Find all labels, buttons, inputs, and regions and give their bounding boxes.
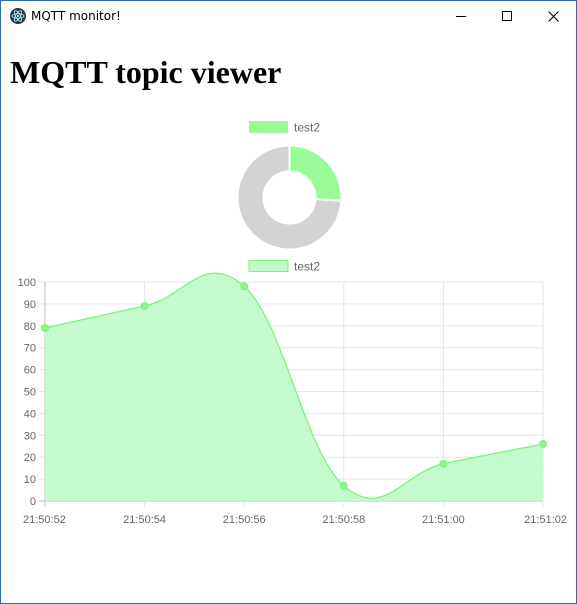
maximize-button[interactable] bbox=[484, 1, 530, 31]
y-tick-label: 20 bbox=[24, 452, 36, 464]
y-tick-label: 80 bbox=[24, 321, 36, 333]
x-tick-label: 21:50:58 bbox=[322, 514, 365, 526]
title-bar[interactable]: MQTT monitor! bbox=[1, 1, 576, 31]
x-tick-label: 21:50:52 bbox=[23, 514, 66, 526]
close-icon bbox=[547, 10, 559, 22]
page-title: MQTT topic viewer bbox=[10, 54, 282, 90]
close-button[interactable] bbox=[530, 1, 576, 31]
x-tick-label: 21:50:54 bbox=[123, 514, 166, 526]
legend-swatch bbox=[248, 260, 289, 272]
y-tick-label: 50 bbox=[24, 387, 36, 399]
data-point[interactable] bbox=[339, 481, 348, 490]
y-tick-label: 40 bbox=[24, 408, 36, 420]
app-window: MQTT monitor! MQTT topic viewer test2 te… bbox=[0, 0, 577, 604]
y-tick-label: 30 bbox=[24, 430, 36, 442]
minimize-icon bbox=[456, 16, 466, 17]
legend-label[interactable]: test2 bbox=[294, 260, 320, 274]
data-point[interactable] bbox=[539, 440, 547, 449]
y-tick-label: 0 bbox=[30, 496, 36, 508]
y-tick-label: 100 bbox=[18, 277, 36, 289]
electron-icon bbox=[10, 8, 26, 24]
maximize-icon bbox=[502, 11, 512, 21]
data-point[interactable] bbox=[140, 302, 149, 311]
line-chart: test2 0 10 20 30 40 50 60 70 80 90 100 21:50:52 21:50… bbox=[18, 260, 567, 527]
x-tick-label: 21:50:56 bbox=[223, 514, 266, 526]
y-tick-label: 90 bbox=[24, 299, 36, 311]
y-tick-label: 70 bbox=[24, 343, 36, 355]
legend-label[interactable]: test2 bbox=[294, 121, 320, 135]
data-point[interactable] bbox=[240, 282, 249, 291]
window-title: MQTT monitor! bbox=[31, 9, 121, 23]
y-tick-label: 10 bbox=[24, 474, 36, 486]
y-tick-label: 60 bbox=[24, 365, 36, 377]
x-tick-label: 21:51:02 bbox=[524, 514, 567, 526]
minimize-button[interactable] bbox=[438, 1, 484, 31]
legend-swatch bbox=[249, 121, 288, 133]
x-tick-label: 21:51:00 bbox=[422, 514, 465, 526]
doughnut-slice[interactable] bbox=[288, 144, 343, 202]
data-point[interactable] bbox=[439, 459, 448, 468]
data-point[interactable] bbox=[41, 323, 49, 332]
doughnut-chart: test2 bbox=[236, 121, 343, 251]
